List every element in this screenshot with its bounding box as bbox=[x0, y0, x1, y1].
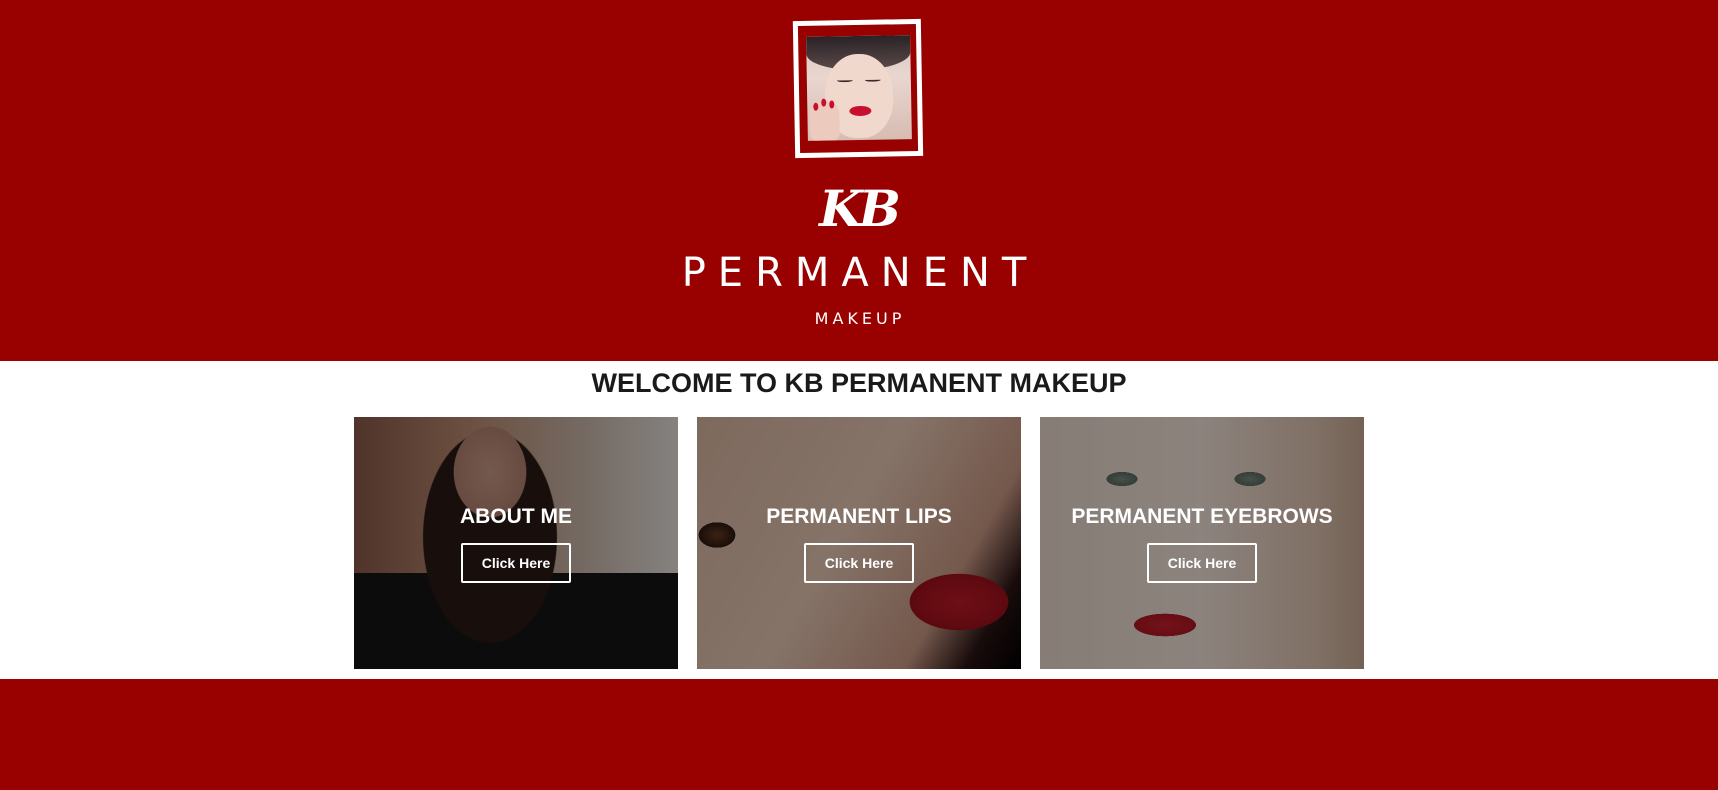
logo-wordmark: PERMANENT bbox=[681, 250, 1039, 296]
card-permanent-lips[interactable]: PERMANENT LIPS Click Here bbox=[697, 417, 1021, 669]
card-permanent-eyebrows[interactable]: PERMANENT EYEBROWS Click Here bbox=[1040, 417, 1364, 669]
page-title: WELCOME TO KB PERMANENT MAKEUP bbox=[591, 368, 1127, 398]
logo-photo-frame[interactable] bbox=[792, 18, 924, 159]
main-content: WELCOME TO KB PERMANENT MAKEUP ABOUT ME … bbox=[0, 361, 1718, 679]
logo-initials: KB bbox=[819, 179, 901, 238]
about-me-button[interactable]: Click Here bbox=[461, 543, 571, 583]
card-title: PERMANENT LIPS bbox=[766, 505, 952, 528]
site-header: KB PERMANENT MAKEUP bbox=[0, 0, 1718, 361]
permanent-eyebrows-button[interactable]: Click Here bbox=[1147, 543, 1257, 583]
card-about-me[interactable]: ABOUT ME Click Here bbox=[354, 417, 678, 669]
permanent-lips-button[interactable]: Click Here bbox=[804, 543, 914, 583]
logo-portrait-image bbox=[806, 35, 912, 141]
card-title: PERMANENT EYEBROWS bbox=[1071, 505, 1333, 528]
logo-subtitle: MAKEUP bbox=[814, 309, 906, 328]
card-title: ABOUT ME bbox=[460, 505, 572, 528]
site-footer bbox=[0, 679, 1718, 790]
